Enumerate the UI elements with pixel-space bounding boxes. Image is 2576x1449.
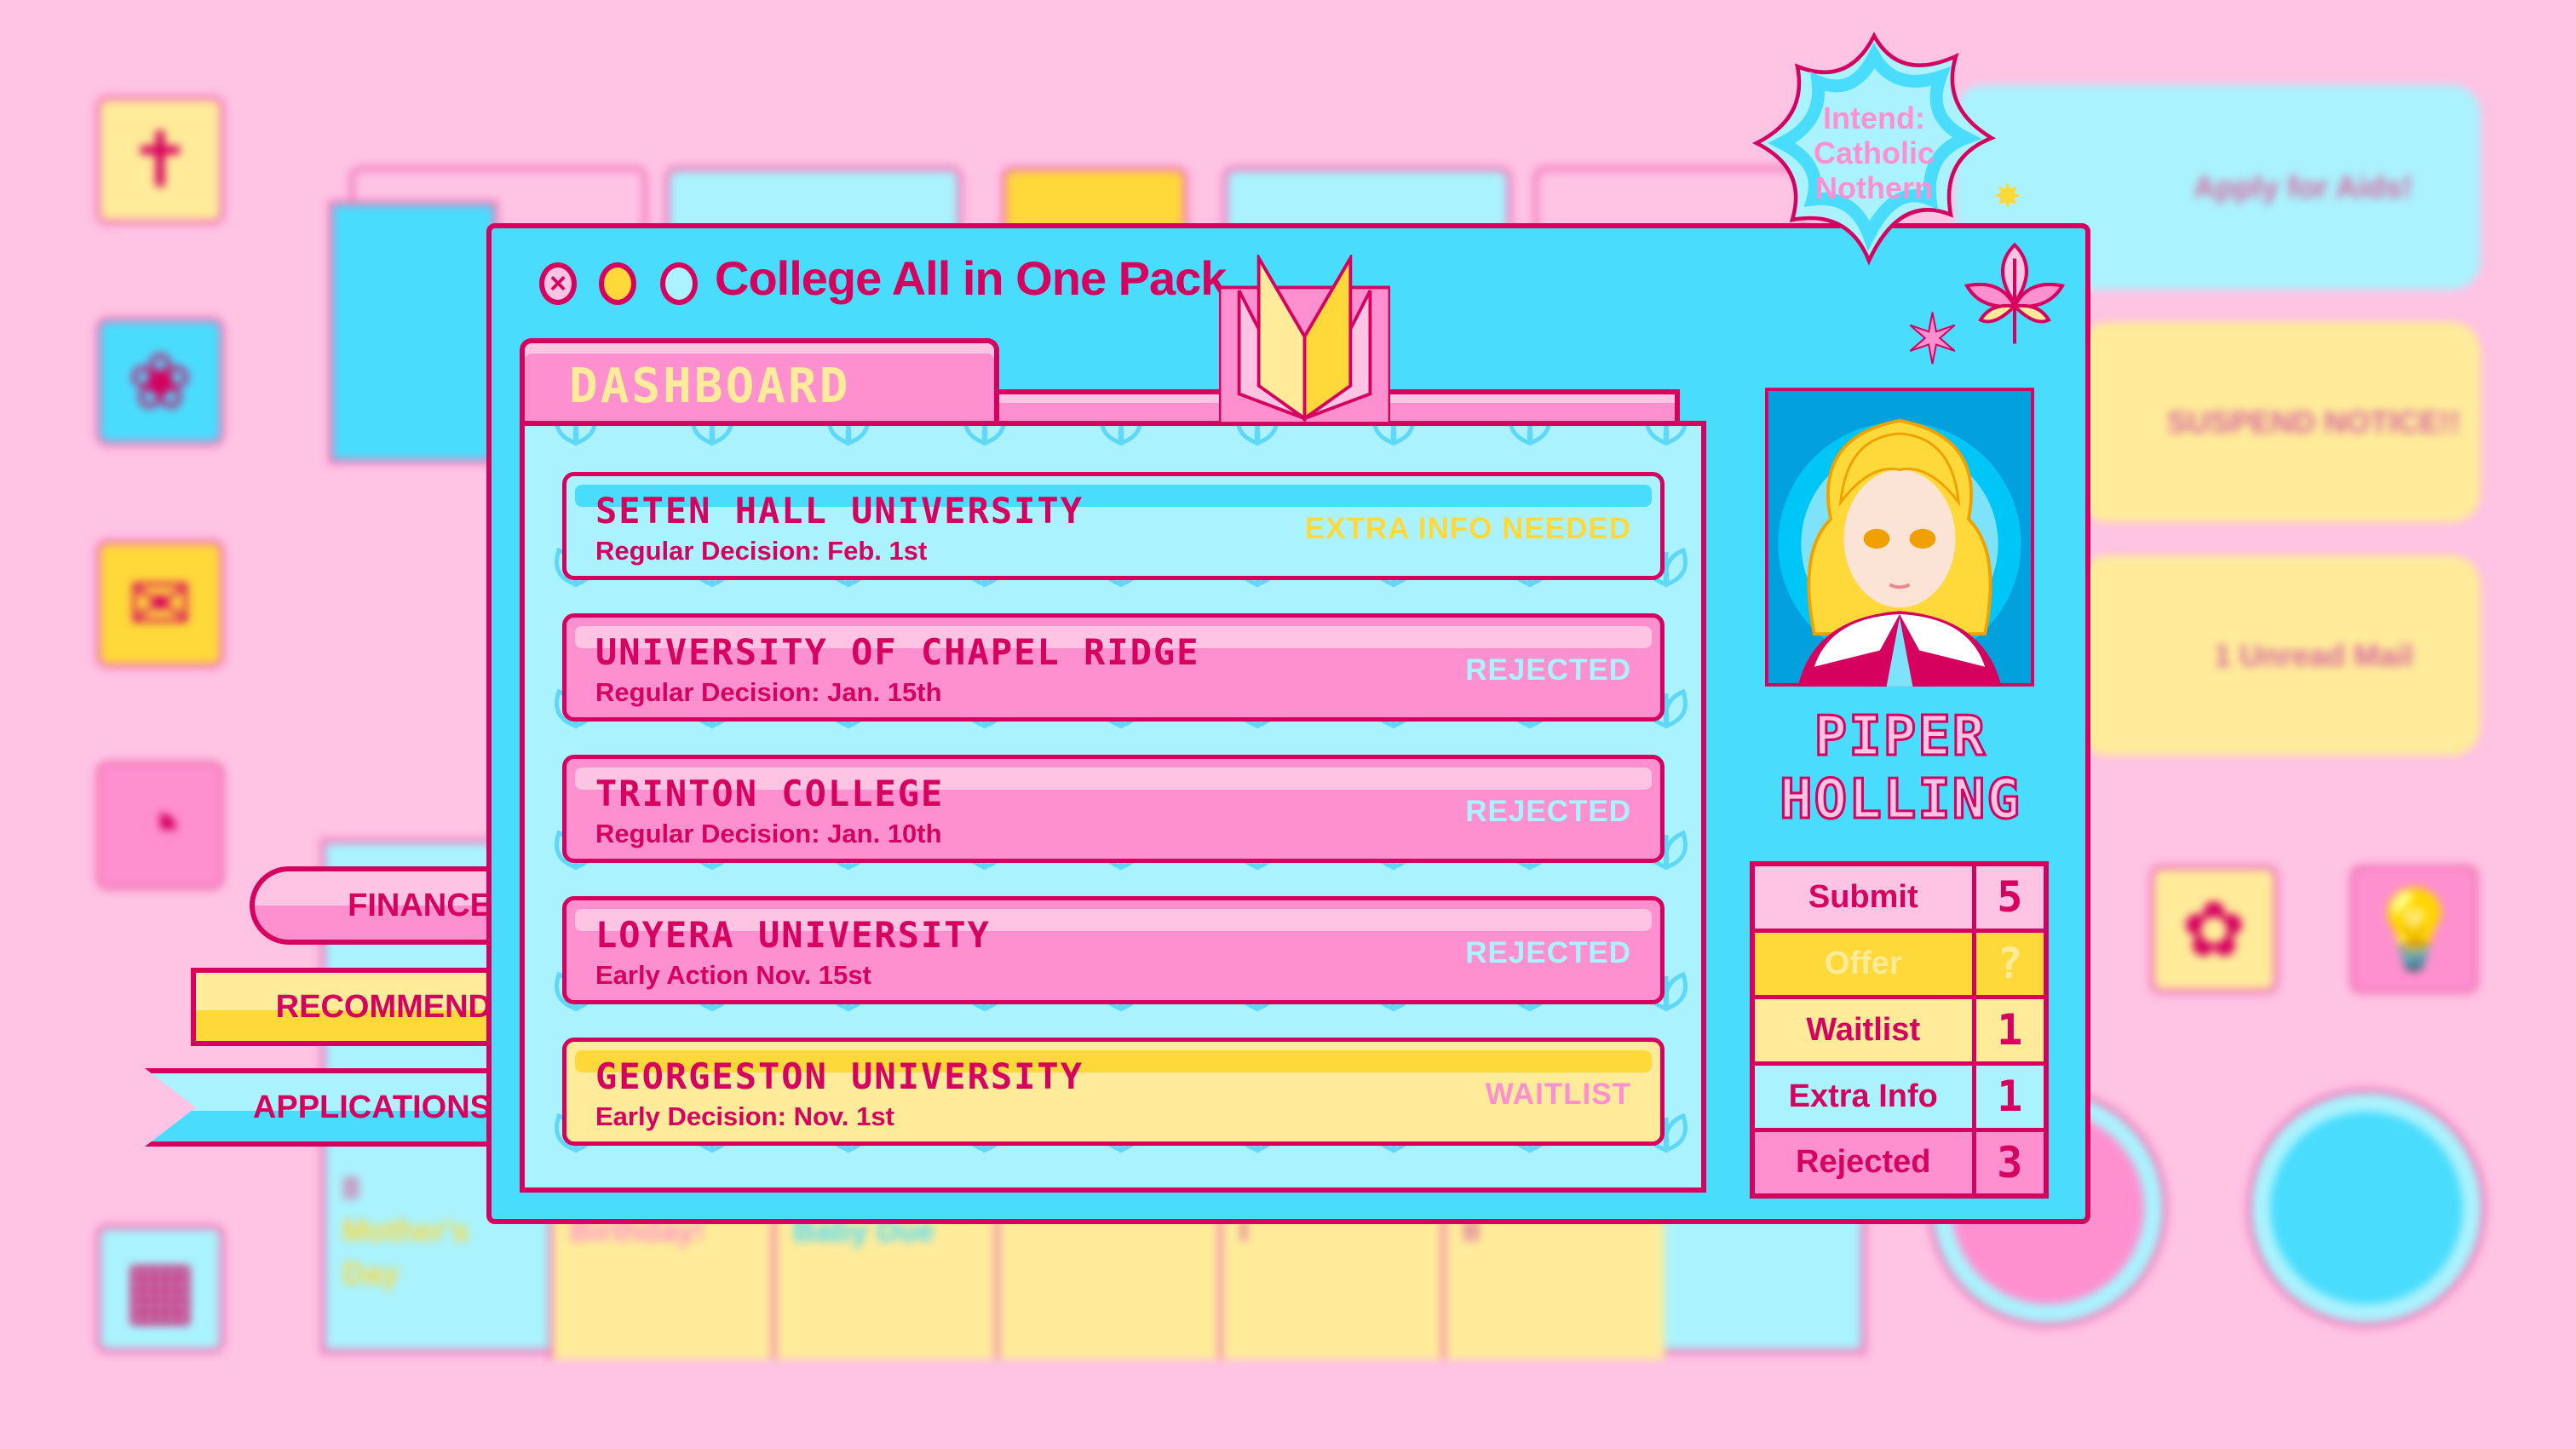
pie-icon: ◔ xyxy=(95,761,225,890)
mail-icon: ✉ xyxy=(95,539,225,669)
deadline: Regular Decision: Jan. 10th xyxy=(595,819,942,848)
status-badge: WAITLIST xyxy=(1485,1078,1631,1111)
stat-row-extra-info: Extra Info 1 xyxy=(1750,1061,2049,1132)
stat-count: 3 xyxy=(1971,1127,2049,1199)
school-name: LOYERA UNIVERSITY xyxy=(595,914,991,956)
stat-label: Extra Info xyxy=(1750,1061,1976,1132)
school-name: GEORGESTON UNIVERSITY xyxy=(595,1055,1084,1097)
lotus-leaf-icon xyxy=(1964,242,2066,344)
deadline: Early Action Nov. 15st xyxy=(595,960,871,990)
status-badge: REJECTED xyxy=(1465,795,1631,828)
stat-label: Submit xyxy=(1750,861,1976,933)
gear-icon: ✿ xyxy=(2149,865,2279,994)
stat-count: 5 xyxy=(1971,861,2049,933)
stat-row-waitlist: Waitlist 1 xyxy=(1750,994,2049,1066)
star-icon: ✶ xyxy=(1903,301,1962,378)
application-card[interactable]: SETEN HALL UNIVERSITY Regular Decision: … xyxy=(562,472,1665,580)
application-card[interactable]: TRINTON COLLEGE Regular Decision: Jan. 1… xyxy=(562,755,1665,863)
cross-icon: ✝ xyxy=(95,95,225,225)
player-first-name: PIPER xyxy=(1813,704,1987,770)
grid-icon: ▦ xyxy=(95,1224,225,1354)
lightbulb-icon: 💡 xyxy=(2349,865,2479,994)
stat-label: Rejected xyxy=(1750,1127,1976,1199)
star-icon: ✸ xyxy=(1993,178,2022,216)
tab-finance[interactable]: FINANCE xyxy=(250,866,522,945)
tab-dashboard[interactable]: DASHBOARD xyxy=(520,338,999,423)
close-button[interactable]: × xyxy=(539,262,577,305)
minimize-button[interactable] xyxy=(599,262,636,305)
status-badge: EXTRA INFO NEEDED xyxy=(1304,512,1631,545)
status-badge: REJECTED xyxy=(1465,936,1631,969)
school-name: UNIVERSITY OF CHAPEL RIDGE xyxy=(595,631,1200,673)
application-card[interactable]: LOYERA UNIVERSITY Early Action Nov. 15st… xyxy=(562,896,1665,1004)
lotus-icon: ❀ xyxy=(95,317,225,446)
applications-panel: SETEN HALL UNIVERSITY Regular Decision: … xyxy=(520,421,1706,1193)
avatar-portrait xyxy=(1765,388,2034,687)
stat-count: ? xyxy=(1971,928,2049,999)
school-name: TRINTON COLLEGE xyxy=(595,773,945,814)
stat-count: 1 xyxy=(1971,994,2049,1066)
open-book-icon xyxy=(1219,255,1390,423)
deadline: Regular Decision: Jan. 15th xyxy=(595,677,942,707)
tab-applications[interactable]: APPLICATIONS xyxy=(145,1068,522,1147)
intent-badge-text: Intend: Catholic Nothern xyxy=(1813,101,1935,205)
application-card[interactable]: GEORGESTON UNIVERSITY Early Decision: No… xyxy=(562,1038,1665,1146)
tab-recommend[interactable]: RECOMMEND xyxy=(191,968,522,1046)
stat-row-offer: Offer? xyxy=(1750,928,2049,999)
school-name: SETEN HALL UNIVERSITY xyxy=(595,490,1084,532)
deadline: Regular Decision: Feb. 1st xyxy=(595,536,928,566)
window-title: College All in One Pack xyxy=(715,251,1227,305)
stat-row-submit: Submit 5 xyxy=(1750,861,2049,933)
status-summary-table: Submit 5 Offer? Waitlist 1 Extra Info 1 Rejecte… xyxy=(1750,861,2049,1199)
deadline: Early Decision: Nov. 1st xyxy=(595,1101,894,1131)
mail-panel: 1 Unread Mail xyxy=(2079,555,2481,756)
stat-count: 1 xyxy=(1971,1061,2049,1132)
application-card[interactable]: UNIVERSITY OF CHAPEL RIDGE Regular Decis… xyxy=(562,613,1665,722)
stat-label: Offer xyxy=(1750,928,1976,999)
suspend-panel: SUSPEND NOTICE!! xyxy=(2079,322,2481,522)
maximize-button[interactable] xyxy=(660,262,698,305)
stat-row-rejected: Rejected 3 xyxy=(1750,1127,2049,1199)
mouse-dial xyxy=(2246,1088,2487,1328)
player-last-name: HOLLING xyxy=(1779,768,2021,833)
status-badge: REJECTED xyxy=(1465,653,1631,687)
stat-label: Waitlist xyxy=(1750,994,1976,1066)
